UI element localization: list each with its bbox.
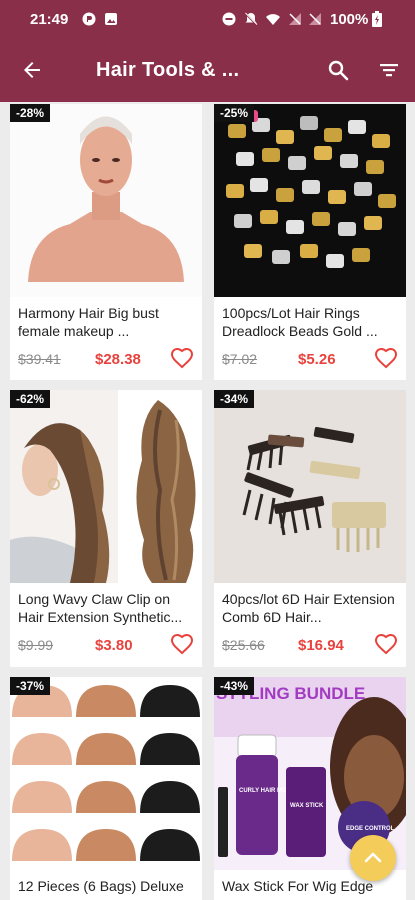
signal-off-icon-2: [309, 13, 321, 25]
muted-bell-icon: [244, 12, 258, 26]
page-title: Hair Tools & ...: [96, 59, 240, 81]
sale-price: $16.94: [298, 637, 344, 654]
product-name[interactable]: Long Wavy Claw Clip on Hair Extension Sy…: [18, 590, 194, 626]
original-price: $25.66: [222, 637, 265, 653]
favorite-heart-icon[interactable]: [170, 346, 194, 370]
product-image-wig-caps[interactable]: [10, 677, 202, 870]
favorite-heart-icon[interactable]: [374, 346, 398, 370]
favorite-heart-icon[interactable]: [374, 632, 398, 656]
app-notification-icon: [82, 12, 96, 26]
edge-control-label-text: EDGE CONTROL: [346, 826, 395, 832]
product-image-ponytail[interactable]: [10, 390, 202, 583]
product-image-mannequin-bust[interactable]: [10, 104, 202, 297]
status-time: 21:49: [30, 11, 69, 28]
back-arrow-icon[interactable]: [20, 58, 44, 82]
discount-badge: -28%: [10, 104, 51, 122]
discount-badge: -43%: [214, 677, 255, 695]
scroll-to-top-button[interactable]: [350, 835, 396, 881]
product-name[interactable]: 12 Pieces (6 Bags) Deluxe: [18, 877, 194, 895]
battery-icon: [372, 11, 382, 27]
product-card[interactable]: -34% 40pcs/lot 6D Hair Extension Comb 6D…: [214, 390, 406, 667]
app-bar: Hair Tools & ...: [0, 40, 415, 102]
original-price: $7.02: [222, 351, 258, 367]
wifi-icon: [266, 14, 280, 25]
discount-badge: -37%: [10, 677, 51, 695]
product-card[interactable]: -28% Harmony Hair Big bust female makeup…: [10, 104, 202, 380]
signal-off-icon: [289, 13, 301, 25]
gallery-icon: [105, 13, 117, 25]
status-bar: 21:49 100%: [0, 0, 415, 40]
chevron-up-icon: [364, 852, 382, 863]
sale-price: $28.38: [95, 351, 141, 368]
battery-percent: 100%: [330, 11, 369, 28]
wax-stick-label-text: WAX STICK: [290, 803, 324, 809]
product-card[interactable]: -37% 12 Pieces (6 Bags) Deluxe: [10, 677, 202, 900]
favorite-heart-icon[interactable]: [170, 632, 194, 656]
product-name[interactable]: Harmony Hair Big bust female makeup ...: [18, 304, 194, 340]
search-icon[interactable]: [326, 58, 350, 82]
original-price: $9.99: [18, 637, 54, 653]
product-image-hair-rings[interactable]: [214, 104, 406, 297]
product-image-combs[interactable]: [214, 390, 406, 583]
product-card[interactable]: -25% 100pcs/Lot Hair Rings Dreadlock Bea…: [214, 104, 406, 380]
filter-icon[interactable]: [377, 58, 401, 82]
product-name[interactable]: 40pcs/lot 6D Hair Extension Comb 6D Hair…: [222, 590, 398, 626]
discount-badge: -34%: [214, 390, 255, 408]
do-not-disturb-icon: [222, 12, 236, 26]
discount-badge: -62%: [10, 390, 51, 408]
sale-price: $3.80: [95, 637, 133, 654]
product-card[interactable]: -62% Long Wavy Claw Clip on Hair Extensi…: [10, 390, 202, 667]
original-price: $39.41: [18, 351, 61, 367]
sale-price: $5.26: [298, 351, 336, 368]
product-name[interactable]: 100pcs/Lot Hair Rings Dreadlock Beads Go…: [222, 304, 398, 340]
discount-badge: -25%: [214, 104, 255, 122]
